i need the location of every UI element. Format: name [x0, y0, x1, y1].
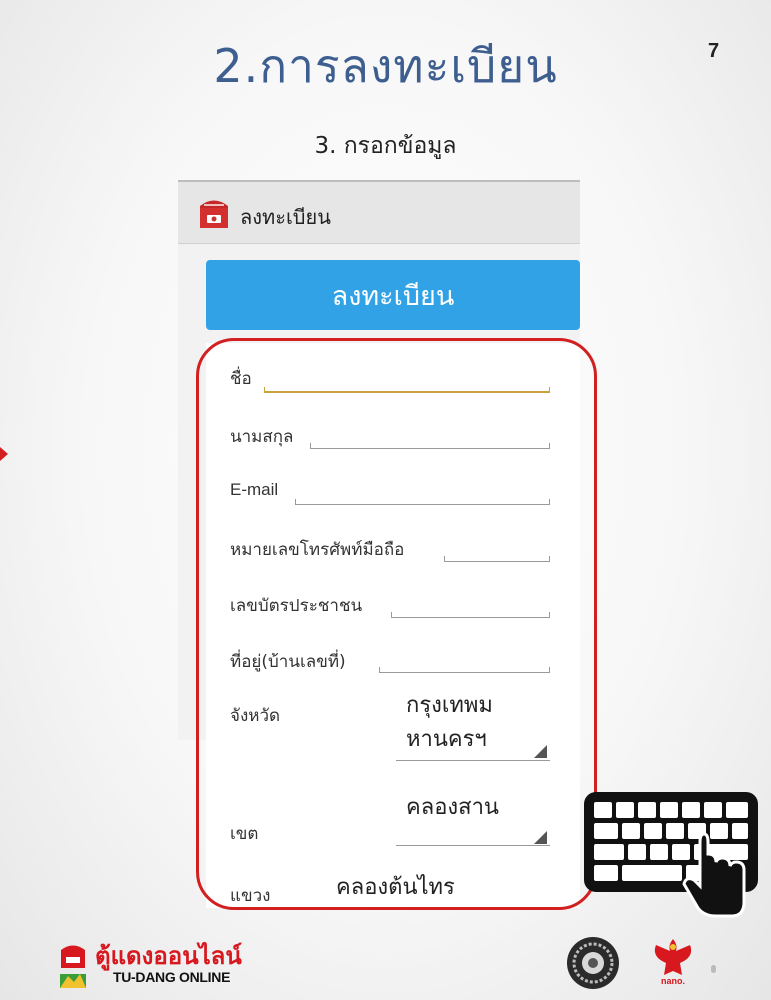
brand-name-english: TU-DANG ONLINE — [113, 969, 231, 985]
garuda-caption: nano. — [661, 976, 685, 986]
page-number: 7 — [708, 40, 720, 62]
red-mailbox-icon — [200, 200, 228, 228]
red-mailbox-logo-icon — [60, 945, 86, 988]
left-arrow-icon — [0, 447, 8, 461]
step-caption: 3. กรอกข้อมูล — [314, 133, 457, 159]
register-button[interactable]: ลงทะเบียน — [206, 260, 580, 330]
circular-seal-icon — [567, 937, 619, 989]
keyboard-with-pointer-hand-icon — [584, 792, 758, 918]
app-bar-title: ลงทะเบียน — [240, 205, 331, 229]
slide-title: 2.การลงทะเบียน — [213, 39, 558, 93]
app-bar: ลงทะเบียน — [178, 180, 580, 244]
slide-dot-indicator — [711, 965, 716, 973]
form-highlight-outline — [196, 338, 597, 910]
